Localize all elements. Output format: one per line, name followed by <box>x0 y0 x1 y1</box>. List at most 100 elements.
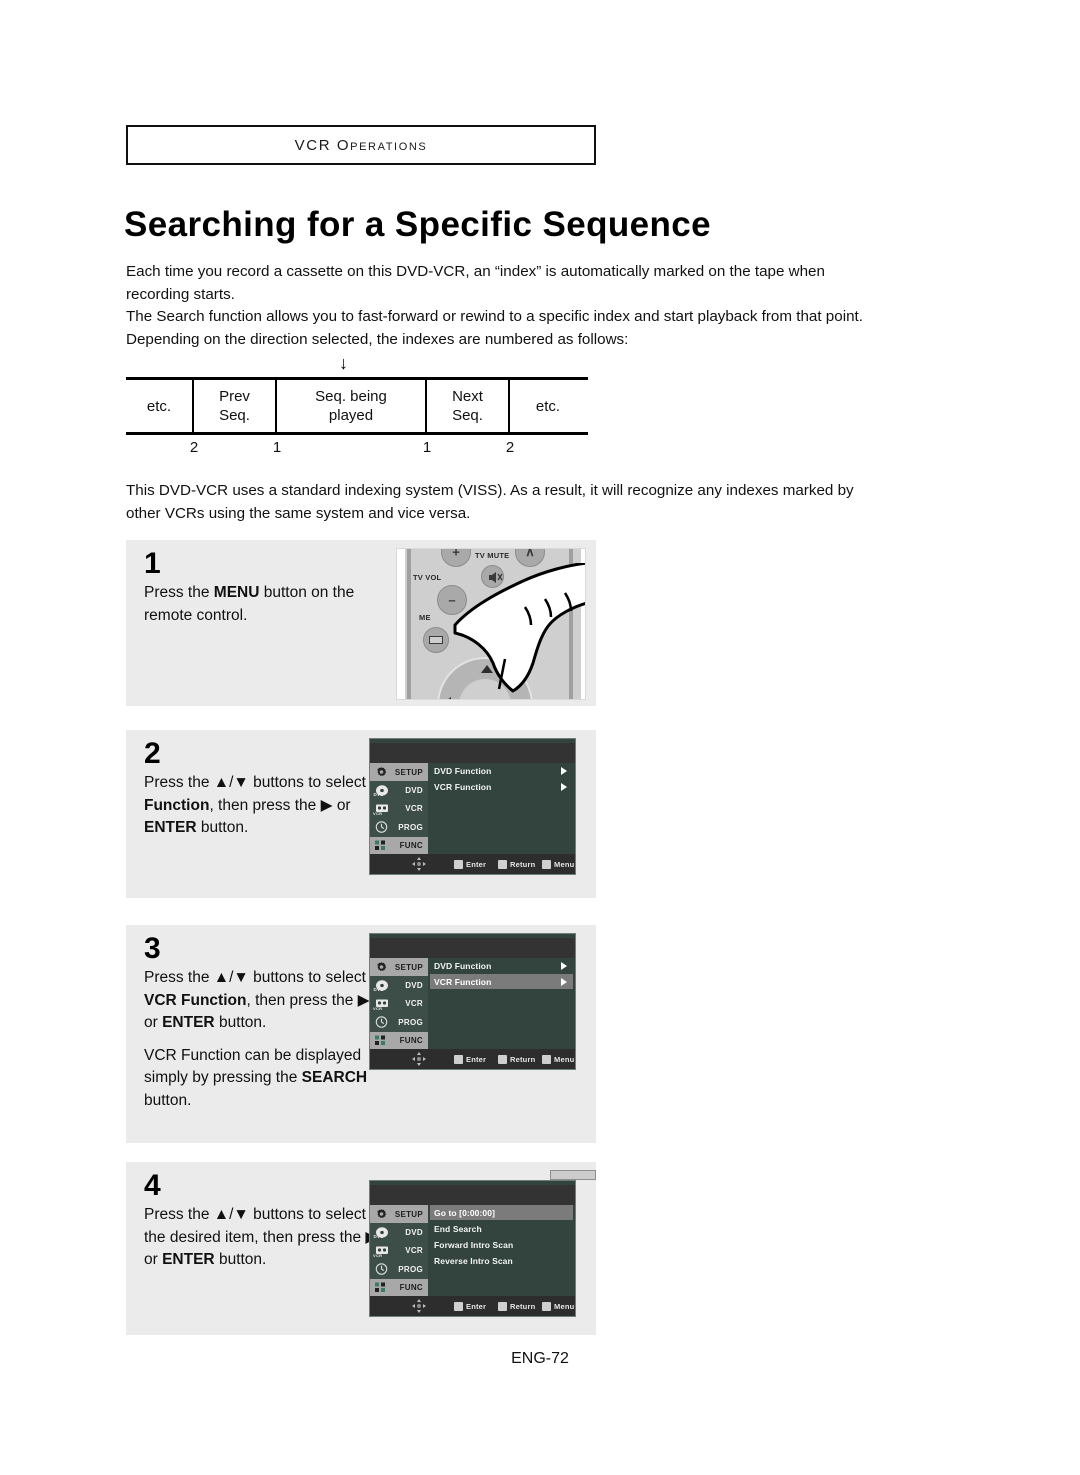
clock-icon <box>373 820 390 834</box>
disc-icon: DVD <box>373 979 390 993</box>
enter-button-name: ENTER <box>162 1251 215 1268</box>
tv-vol-label: TV VOL <box>413 573 442 582</box>
osd-sidebar-item-setup[interactable]: SETUP <box>370 1205 428 1224</box>
chevron-up-icon: ∧ <box>525 548 535 559</box>
osd-sidebar-item-dvd[interactable]: DVD DVD <box>370 976 428 995</box>
menu-key-icon <box>542 1301 551 1311</box>
step-4-number: 4 <box>144 1169 161 1202</box>
osd-footer-bar: Enter Return Menu <box>370 1296 575 1316</box>
gear-icon <box>373 765 390 779</box>
osd-sidebar-item-setup[interactable]: SETUP <box>370 958 428 977</box>
index-cell-line-2: Seq. <box>219 407 250 424</box>
step-4-instruction: Press the ▲/▼ buttons to select the desi… <box>144 1204 382 1272</box>
osd-menu-list-step-4: Go to [0:00:00] End Search Forward Intro… <box>430 1205 573 1294</box>
blocks-icon <box>373 839 390 853</box>
index-cell-line-2: Seq. <box>452 407 483 424</box>
osd-menu-item[interactable]: End Search <box>430 1221 573 1236</box>
osd-sidebar-label: SETUP <box>394 962 423 972</box>
osd-sidebar-label: VCR <box>405 1246 423 1256</box>
viss-line-2: other VCRs using the same system and vic… <box>126 504 471 522</box>
running-head: VCR Operations <box>126 125 596 165</box>
osd-sidebar-item-prog[interactable]: PROG <box>370 1013 428 1032</box>
page-number: ENG-72 <box>511 1350 569 1367</box>
osd-menu-list-step-2: DVD Function VCR Function <box>430 763 573 852</box>
index-number: 2 <box>505 439 515 456</box>
step-3-note: VCR Function can be displayed simply by … <box>144 1045 382 1113</box>
osd-sidebar-item-vcr[interactable]: VCR VCR <box>370 994 428 1014</box>
enter-button-name: ENTER <box>144 819 197 836</box>
osd-title-bar <box>370 743 575 763</box>
index-cell-line-1: etc. <box>146 397 172 415</box>
chevron-right-icon <box>561 977 567 986</box>
text-run: Press the ▲/▼ buttons to select <box>144 969 366 986</box>
svg-text:DVD: DVD <box>374 1234 385 1239</box>
index-cell-line-1: etc. <box>535 397 561 415</box>
osd-menu-item[interactable]: DVD Function <box>430 958 573 973</box>
text-run: button. <box>144 1091 192 1109</box>
remote-control-photo: + ∧ – TV MUTE TV VOL ME <box>396 548 586 700</box>
page-title: Searching for a Specific Sequence <box>124 205 712 244</box>
index-cell-next-etc: etc. <box>510 380 586 432</box>
osd-sidebar-item-func[interactable]: FUNC <box>370 836 428 855</box>
osd-sidebar-label: PROG <box>398 1264 423 1274</box>
osd-sidebar-label: DVD <box>405 786 423 796</box>
osd-footer-enter: Enter <box>454 1054 487 1064</box>
blocks-icon <box>373 1034 390 1048</box>
osd-footer-return: Return <box>498 1054 535 1064</box>
osd-sidebar-item-func[interactable]: FUNC <box>370 1031 428 1050</box>
osd-sidebar-label: FUNC <box>399 1036 423 1046</box>
text-run: Press the <box>144 584 214 601</box>
osd-footer-enter-label: Enter <box>466 1054 487 1064</box>
osd-menu-item-label: VCR Function <box>434 781 492 792</box>
osd-sidebar-item-vcr[interactable]: VCR VCR <box>370 1241 428 1261</box>
osd-footer-return-label: Return <box>510 859 536 869</box>
osd-footer-return-label: Return <box>510 1301 536 1311</box>
osd-footer-return: Return <box>498 1301 536 1311</box>
index-number: 1 <box>272 439 282 456</box>
index-cell-prev-seq: Prev Seq. <box>194 380 277 432</box>
osd-sidebar-label: SETUP <box>394 767 423 777</box>
step-4-text: Press the ▲/▼ buttons to select the desi… <box>144 1204 382 1272</box>
index-cell-line-1: Prev <box>219 388 250 405</box>
down-arrow-icon: ↓ <box>339 353 348 373</box>
step-2-instruction: Press the ▲/▼ buttons to select Function… <box>144 772 382 840</box>
enter-button-name: ENTER <box>162 1014 215 1031</box>
osd-menu-item[interactable]: VCR Function <box>430 779 573 794</box>
chevron-right-icon <box>561 961 567 970</box>
search-button-name: SEARCH <box>301 1069 368 1086</box>
mute-speaker-icon <box>489 572 503 583</box>
menu-grid-icon <box>429 636 443 644</box>
step-1-number: 1 <box>144 547 161 580</box>
osd-menu-item[interactable]: Forward Intro Scan <box>430 1237 573 1252</box>
osd-menu-item[interactable]: DVD Function <box>430 763 573 778</box>
tv-volume-down-button: – <box>437 585 467 615</box>
step-2-text: Press the ▲/▼ buttons to select Function… <box>144 772 382 840</box>
osd-sidebar-item-func[interactable]: FUNC <box>370 1278 428 1297</box>
return-key-icon <box>498 1301 507 1311</box>
remote-edge-left <box>407 549 411 699</box>
osd-sidebar-item-dvd[interactable]: DVD DVD <box>370 1223 428 1242</box>
osd-sidebar-item-prog[interactable]: PROG <box>370 818 428 837</box>
step-2-number: 2 <box>144 737 161 770</box>
osd-menu-item-label: Forward Intro Scan <box>434 1239 514 1250</box>
index-number: 1 <box>422 439 432 456</box>
index-cell-next-seq: Next Seq. <box>427 380 510 432</box>
osd-footer-enter-label: Enter <box>466 859 487 869</box>
enter-key-icon <box>454 859 463 869</box>
osd-sidebar: SETUP DVD DVD VCR VCR PROG FUNC <box>370 763 428 855</box>
svg-text:VCR: VCR <box>373 811 382 816</box>
viss-line-1: This DVD-VCR uses a standard indexing sy… <box>126 482 854 499</box>
enter-key-icon <box>454 1301 463 1311</box>
osd-sidebar-label: DVD <box>405 981 423 991</box>
intro-line-4: Depending on the direction selected, the… <box>126 330 629 348</box>
osd-sidebar-item-vcr[interactable]: VCR VCR <box>370 799 428 819</box>
return-key-icon <box>498 1054 507 1064</box>
osd-menu-item-selected[interactable]: VCR Function <box>430 974 573 989</box>
osd-menu-item-label: Reverse Intro Scan <box>434 1255 513 1266</box>
osd-sidebar-item-setup[interactable]: SETUP <box>370 763 428 782</box>
osd-sidebar-item-prog[interactable]: PROG <box>370 1260 428 1279</box>
osd-menu-item[interactable]: Reverse Intro Scan <box>430 1253 573 1268</box>
osd-sidebar-item-dvd[interactable]: DVD DVD <box>370 781 428 800</box>
text-run: button. <box>214 1014 267 1031</box>
osd-menu-item-selected[interactable]: Go to [0:00:00] <box>430 1205 573 1220</box>
